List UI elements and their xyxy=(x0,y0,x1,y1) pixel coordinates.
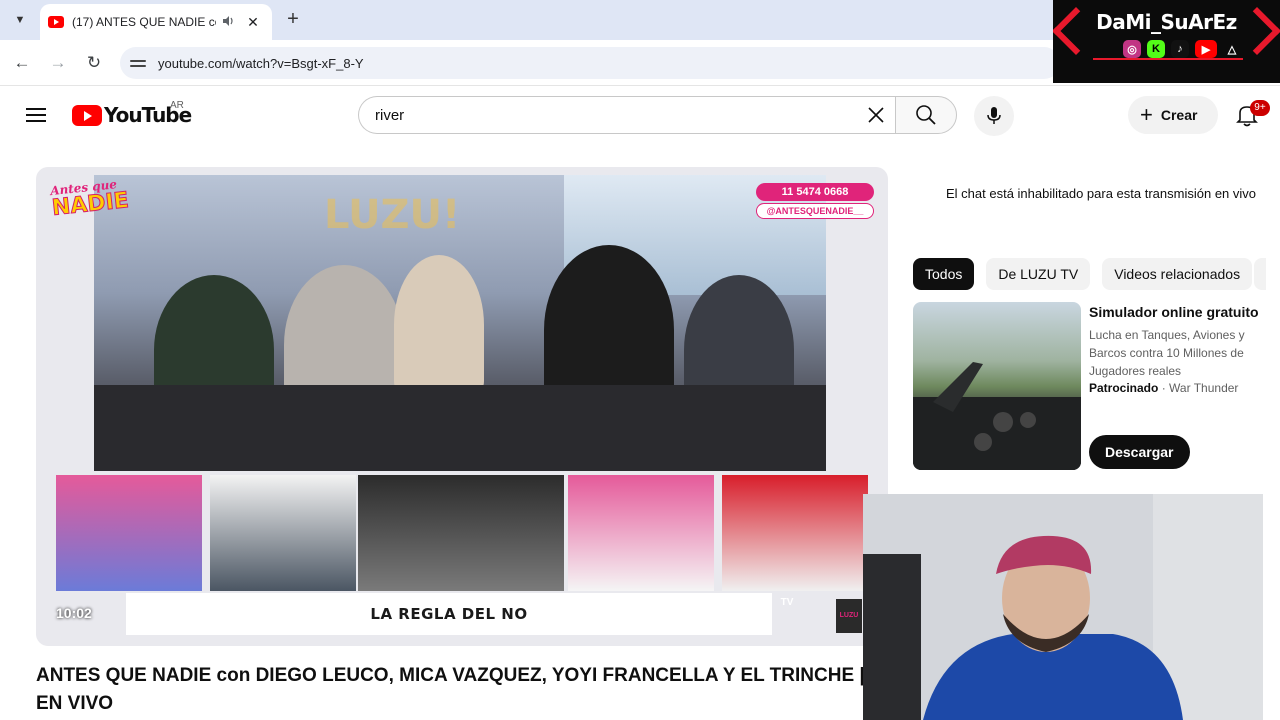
studio-sign: LUZU! xyxy=(324,192,461,238)
studio-scene: LUZU! xyxy=(94,175,826,471)
site-info-icon[interactable] xyxy=(130,55,146,71)
create-button[interactable]: + Crear xyxy=(1128,96,1218,134)
corner-tag: LUZU xyxy=(836,599,862,633)
chat-disabled-message: El chat está inhabilitado para esta tran… xyxy=(946,186,1257,201)
streamer-webcam-image xyxy=(863,494,1263,720)
video-player[interactable]: LUZU! Antes que NADIE 11 5474 0668 @ANTE… xyxy=(36,167,888,646)
youtube-play-logo-icon xyxy=(72,104,102,126)
banner-stripe xyxy=(1093,58,1243,60)
browser-tab[interactable]: (17) ANTES QUE NADIE con ✕ xyxy=(40,4,272,40)
search-button[interactable] xyxy=(895,96,957,134)
notification-badge: 9+ xyxy=(1250,100,1270,116)
advertiser-name: War Thunder xyxy=(1169,381,1239,395)
sponsored-label: Patrocinado xyxy=(1089,381,1159,395)
guest-thumbnail xyxy=(210,475,356,591)
ad-meta: Patrocinado · War Thunder xyxy=(1089,381,1238,395)
studio-desk xyxy=(94,385,826,471)
chip-todos[interactable]: Todos xyxy=(913,258,975,290)
meta-separator: · xyxy=(1161,381,1170,395)
youtube-header: YouTube AR river + Crear xyxy=(0,86,1280,144)
lower-third-text: LA REGLA DEL NO xyxy=(370,605,528,623)
guest-thumbnails xyxy=(56,475,868,591)
webcam-edge xyxy=(1263,494,1280,720)
streamer-name: DaMi_SuArEz xyxy=(1096,10,1237,34)
lower-third-banner: LA REGLA DEL NO xyxy=(126,593,772,635)
reload-icon[interactable]: ↻ xyxy=(82,51,106,75)
guest-thumbnail xyxy=(722,475,868,591)
download-button[interactable]: Descargar xyxy=(1089,435,1190,469)
timecode: 10:02 xyxy=(56,605,92,621)
ad-title[interactable]: Simulador online gratuito xyxy=(1089,304,1259,320)
tiktok-icon: ♪ xyxy=(1171,40,1189,58)
show-logo: Antes que NADIE xyxy=(50,174,151,236)
ad-description: Lucha en Tanques, Aviones y Barcos contr… xyxy=(1089,328,1245,378)
guest-thumbnail xyxy=(568,475,714,591)
tab-search-chevron-icon[interactable]: ▼ xyxy=(8,8,32,32)
new-tab-icon[interactable]: + xyxy=(282,8,304,32)
microphone-icon xyxy=(987,107,1001,124)
filter-chips: Todos De LUZU TV Videos relacionados xyxy=(913,258,1253,290)
create-label: Crear xyxy=(1160,107,1198,123)
chip-overflow[interactable] xyxy=(1254,258,1266,290)
youtube-favicon-icon xyxy=(48,16,64,28)
region-code: AR xyxy=(170,100,184,111)
menu-icon[interactable] xyxy=(26,108,46,122)
ad-thumbnail[interactable] xyxy=(913,302,1081,470)
cockpit-image xyxy=(913,362,1081,470)
contact-box: 11 5474 0668 @ANTESQUENADIE__ xyxy=(756,183,874,221)
search-input[interactable]: river xyxy=(358,96,896,134)
back-arrow-icon[interactable]: ← xyxy=(10,51,34,75)
kick-icon: K xyxy=(1147,40,1165,58)
youtube-icon: ▶ xyxy=(1195,40,1217,58)
webcam-overlay xyxy=(863,494,1263,720)
plus-icon: + xyxy=(1140,102,1153,127)
url-text: youtube.com/watch?v=Bsgt-xF_8-Y xyxy=(158,55,364,71)
search-query: river xyxy=(375,106,405,124)
chip-luzu-tv[interactable]: De LUZU TV xyxy=(986,258,1091,290)
speaker-icon[interactable] xyxy=(222,15,236,30)
tab-title: (17) ANTES QUE NADIE con xyxy=(72,15,216,29)
address-bar[interactable]: youtube.com/watch?v=Bsgt-xF_8-Y xyxy=(120,47,1060,79)
guest-thumbnail xyxy=(56,475,202,591)
guest-thumbnail xyxy=(358,475,564,591)
triangle-icon: △ xyxy=(1227,43,1237,56)
contact-phone: 11 5474 0668 xyxy=(756,183,874,201)
clear-search-icon[interactable] xyxy=(856,97,896,133)
tab-close-icon[interactable]: ✕ xyxy=(246,14,260,31)
social-icons: ◎ K ♪ ▶ △ xyxy=(1123,40,1241,58)
streamer-banner: DaMi_SuArEz ◎ K ♪ ▶ △ xyxy=(1053,0,1280,83)
voice-search-button[interactable] xyxy=(974,96,1014,136)
forward-arrow-icon[interactable]: → xyxy=(46,51,70,75)
tv-watermark: TV xyxy=(780,597,794,608)
contact-handle: @ANTESQUENADIE__ xyxy=(756,203,874,219)
chip-related[interactable]: Videos relacionados xyxy=(1102,258,1253,290)
search-icon xyxy=(916,105,936,125)
host-figure xyxy=(394,255,484,395)
instagram-icon: ◎ xyxy=(1123,40,1141,58)
video-title: ANTES QUE NADIE con DIEGO LEUCO, MICA VA… xyxy=(36,665,865,714)
